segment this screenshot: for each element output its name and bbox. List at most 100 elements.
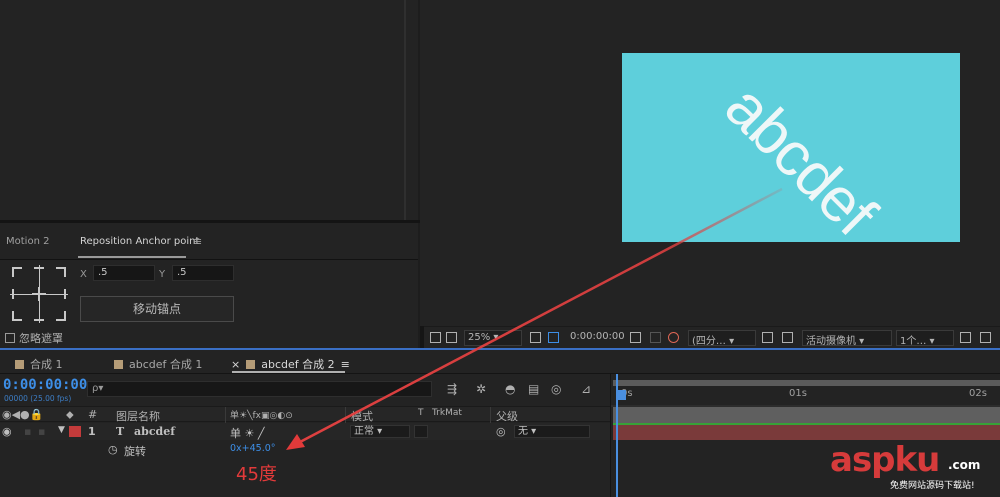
annotation-label: 45度 bbox=[236, 464, 277, 485]
time-ruler[interactable]: 0s 01s 02s bbox=[611, 388, 1000, 406]
tab-abcdef-comp2[interactable]: × abcdef 合成 2 ≡ bbox=[231, 356, 350, 372]
motion-blur-icon[interactable]: ◎ bbox=[551, 382, 561, 396]
camera-select[interactable]: 活动摄像机 ▾ bbox=[802, 330, 892, 347]
rotation-value[interactable]: 0x+45.0° bbox=[230, 443, 276, 454]
move-anchor-button[interactable]: 移动锚点 bbox=[80, 296, 234, 322]
views-select[interactable]: 1个… ▾ bbox=[896, 330, 954, 347]
solo-icon[interactable]: ▪ bbox=[24, 425, 31, 438]
anchor-top-right[interactable] bbox=[56, 267, 66, 277]
watermark-com: .com bbox=[948, 458, 981, 472]
layer-switches[interactable]: 单 ☀ ╱ bbox=[230, 425, 264, 441]
ignore-mask-label: 忽略遮罩 bbox=[19, 332, 63, 345]
playhead[interactable] bbox=[616, 374, 626, 497]
motion-panel-tabs: Motion 2 Reposition Anchor point ≡ bbox=[0, 223, 418, 260]
col-number: # bbox=[88, 408, 98, 421]
col-t: T bbox=[418, 408, 424, 418]
always-preview-icon[interactable] bbox=[430, 332, 441, 343]
layer-duration-bar[interactable] bbox=[613, 425, 1000, 440]
resolution-select[interactable]: (四分… ▾ bbox=[688, 330, 756, 347]
trkmat-toggle[interactable] bbox=[414, 425, 428, 438]
watermark-subtitle: 免费网站源码下载站! bbox=[890, 481, 975, 491]
tab-label: 合成 1 bbox=[30, 358, 63, 371]
col-mode: 模式 bbox=[351, 410, 373, 423]
layer-column-header: ◉◀●🔒 ⬥ # 图层名称 单☀╲fx▣◎◐⊙ 模式 T TrkMat 父级 bbox=[0, 406, 610, 424]
color-channel-icon[interactable] bbox=[668, 332, 679, 343]
layer-search-input[interactable]: ρ▾ bbox=[87, 381, 432, 397]
zoom-select[interactable]: 25% ▾ bbox=[464, 330, 522, 346]
graph-editor-icon[interactable]: ⊿ bbox=[581, 382, 591, 396]
column-divider bbox=[345, 407, 346, 423]
watermark-logo: aspku bbox=[830, 440, 940, 480]
ruler-label: 01s bbox=[789, 388, 807, 399]
active-tab-underline bbox=[232, 371, 345, 373]
av-features-icons: ◉◀●🔒 bbox=[2, 408, 44, 421]
tab-comp1[interactable]: 合成 1 bbox=[15, 356, 63, 372]
frame-info: 00000 (25.00 fps) bbox=[4, 394, 72, 403]
stopwatch-icon[interactable]: ◷ bbox=[108, 443, 118, 456]
views-value: 1个… bbox=[900, 336, 927, 347]
layer-number: 1 bbox=[88, 425, 96, 438]
comp-icon bbox=[114, 359, 123, 369]
show-snapshot-icon[interactable] bbox=[650, 332, 661, 343]
tab-label: abcdef 合成 2 bbox=[261, 358, 335, 371]
layer-row[interactable]: ◉ ▪ ▪ ▼ 1 T abcdef 单 ☀ ╱ 正常 ▾ ◎ 无 ▾ bbox=[0, 423, 610, 440]
transparency-grid-icon[interactable] bbox=[548, 332, 559, 343]
expand-triangle-icon[interactable]: ▼ bbox=[58, 425, 65, 435]
column-divider bbox=[490, 407, 491, 423]
layer-name[interactable]: abcdef bbox=[134, 425, 175, 438]
anchor-position-grid[interactable] bbox=[10, 265, 68, 323]
snapshot-camera-icon[interactable] bbox=[630, 332, 641, 343]
region-of-interest-icon[interactable] bbox=[530, 332, 541, 343]
anchor-top-left[interactable] bbox=[12, 267, 22, 277]
playhead-handle[interactable] bbox=[617, 390, 626, 400]
exposure-icon[interactable] bbox=[980, 332, 991, 343]
close-icon[interactable]: × bbox=[231, 358, 240, 371]
tab-reposition-anchor-point[interactable]: Reposition Anchor point bbox=[80, 236, 199, 247]
blend-mode-select[interactable]: 正常 ▾ bbox=[350, 425, 410, 438]
reset-exposure-icon[interactable] bbox=[960, 332, 971, 343]
toggle-grid-icon[interactable] bbox=[782, 332, 793, 343]
comp-icon bbox=[15, 359, 24, 369]
active-tab-underline bbox=[78, 256, 186, 258]
anchor-bottom-right[interactable] bbox=[56, 311, 66, 321]
current-time-display[interactable]: 0:00:00:00 bbox=[3, 377, 87, 393]
ignore-mask-checkbox[interactable]: 忽略遮罩 bbox=[5, 330, 63, 346]
layer-label-color[interactable] bbox=[69, 426, 81, 437]
col-layer-name[interactable]: 图层名称 bbox=[116, 408, 160, 424]
camera-value: 活动摄像机 bbox=[806, 336, 856, 347]
col-trkmat: TrkMat bbox=[432, 408, 462, 418]
draft-3d-icon[interactable]: ✲ bbox=[476, 382, 486, 396]
work-area-bar[interactable] bbox=[613, 380, 1000, 386]
parent-select[interactable]: 无 ▾ bbox=[514, 425, 590, 438]
viewer-toolbar: 25% ▾ 0:00:00:00 (四分… ▾ 活动摄像机 ▾ 1个… ▾ bbox=[424, 326, 1000, 348]
panel-menu-icon[interactable]: ≡ bbox=[193, 235, 202, 248]
comp-text-layer[interactable]: abcdef bbox=[711, 72, 889, 242]
resolution-value: (四分… bbox=[692, 336, 726, 347]
anchor-grid-vline bbox=[39, 265, 40, 323]
checkbox-box[interactable] bbox=[5, 333, 15, 343]
shy-layers-icon[interactable]: ◓ bbox=[505, 382, 515, 396]
label-tag-icon: ⬥ bbox=[66, 408, 74, 421]
panel-divider bbox=[404, 0, 406, 220]
composition-frame[interactable]: abcdef bbox=[622, 53, 960, 242]
fast-preview-icon[interactable] bbox=[762, 332, 773, 343]
comp-flowchart-icon[interactable]: ⇶ bbox=[447, 382, 457, 396]
column-track bbox=[613, 407, 1000, 423]
parent-pickwhip-icon[interactable]: ◎ bbox=[496, 425, 506, 438]
anchor-bottom-left[interactable] bbox=[12, 311, 22, 321]
x-value-input[interactable]: .5 bbox=[93, 265, 155, 281]
visibility-eye-icon[interactable]: ◉ bbox=[2, 425, 12, 438]
parent-value: 无 bbox=[518, 426, 528, 437]
y-value-input[interactable]: .5 bbox=[172, 265, 234, 281]
column-divider bbox=[225, 407, 226, 423]
rotation-property-row[interactable]: ◷ 旋转 0x+45.0° bbox=[0, 441, 610, 458]
frame-blending-icon[interactable]: ▤ bbox=[528, 382, 539, 396]
panel-menu-icon[interactable]: ≡ bbox=[341, 358, 350, 371]
lock-icon[interactable]: ▪ bbox=[38, 425, 45, 438]
monitor-icon[interactable] bbox=[446, 332, 457, 343]
tab-motion2[interactable]: Motion 2 bbox=[6, 236, 49, 247]
y-label: Y bbox=[159, 269, 166, 280]
tab-abcdef-comp1[interactable]: abcdef 合成 1 bbox=[114, 356, 202, 372]
text-layer-icon: T bbox=[116, 425, 125, 438]
viewer-timecode[interactable]: 0:00:00:00 bbox=[570, 331, 625, 342]
